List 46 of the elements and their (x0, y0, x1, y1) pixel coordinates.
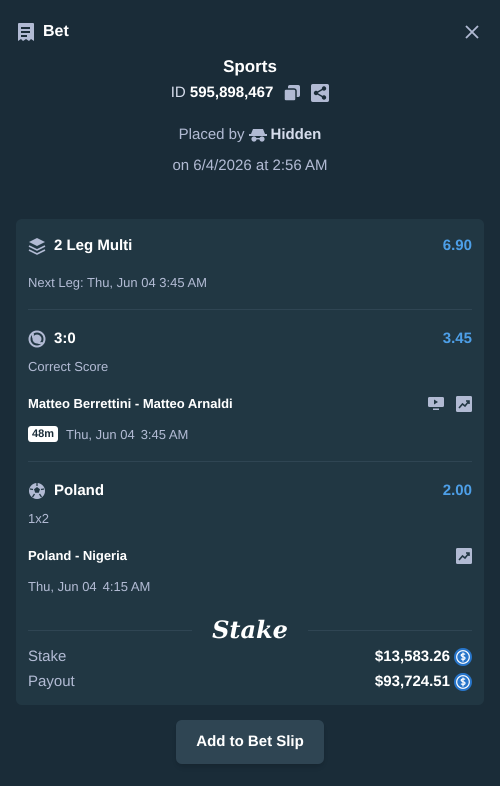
chart-icon (456, 548, 472, 564)
bet-category: Sports (223, 56, 277, 78)
chart-icon (456, 396, 472, 412)
brand-logo: Stake (211, 616, 289, 644)
copy-button[interactable] (283, 84, 302, 102)
receipt-icon (16, 22, 35, 42)
placed-by-label: Placed by (178, 125, 245, 145)
incognito-icon (248, 128, 267, 142)
layers-icon (28, 237, 46, 256)
selection-name: Poland (54, 481, 104, 501)
selection-odds: 3.45 (442, 329, 472, 349)
market-name: Correct Score (28, 358, 110, 376)
add-to-bet-slip-button[interactable]: Add to Bet Slip (176, 720, 324, 764)
total-amount: $93,724.51 (374, 672, 450, 692)
share-icon (311, 84, 330, 102)
close-icon (464, 24, 480, 40)
total-odds: 6.90 (442, 236, 472, 256)
stream-button[interactable] (428, 396, 444, 412)
bet-type: 2 Leg Multi (54, 236, 132, 256)
total-label: Stake (28, 647, 66, 667)
dollar-coin-icon (454, 672, 472, 691)
tv-icon (428, 396, 444, 412)
event-name: Poland - Nigeria (28, 547, 127, 565)
event-date: Thu, Jun 04 (66, 426, 135, 444)
market-name: 1x2 (28, 510, 50, 528)
stats-button[interactable] (456, 396, 472, 412)
event-time: 4:15 AM (102, 578, 150, 596)
dialog-title: Bet (43, 22, 69, 42)
next-leg-time: Next Leg: Thu, Jun 04 3:45 AM (28, 274, 208, 292)
placed-date: on 6/4/2026 at 2:56 AM (172, 156, 328, 176)
soccer-ball-icon (28, 482, 46, 500)
placed-by-user: Hidden (270, 125, 322, 145)
stats-button[interactable] (456, 548, 472, 564)
event-date: Thu, Jun 04 (28, 578, 97, 596)
copy-icon (283, 84, 302, 102)
total-label: Payout (28, 672, 75, 692)
dollar-coin-icon (454, 648, 472, 666)
countdown-badge: 48m (28, 426, 58, 442)
selection-name: 3:0 (54, 329, 76, 349)
bet-id: ID 595,898,467 (170, 82, 274, 102)
selection-odds: 2.00 (442, 481, 472, 501)
event-time: 3:45 AM (140, 426, 188, 444)
share-button[interactable] (311, 84, 330, 102)
event-name: Matteo Berrettini - Matteo Arnaldi (28, 395, 233, 413)
tennis-ball-icon (28, 330, 46, 348)
total-amount: $13,583.26 (374, 647, 450, 667)
